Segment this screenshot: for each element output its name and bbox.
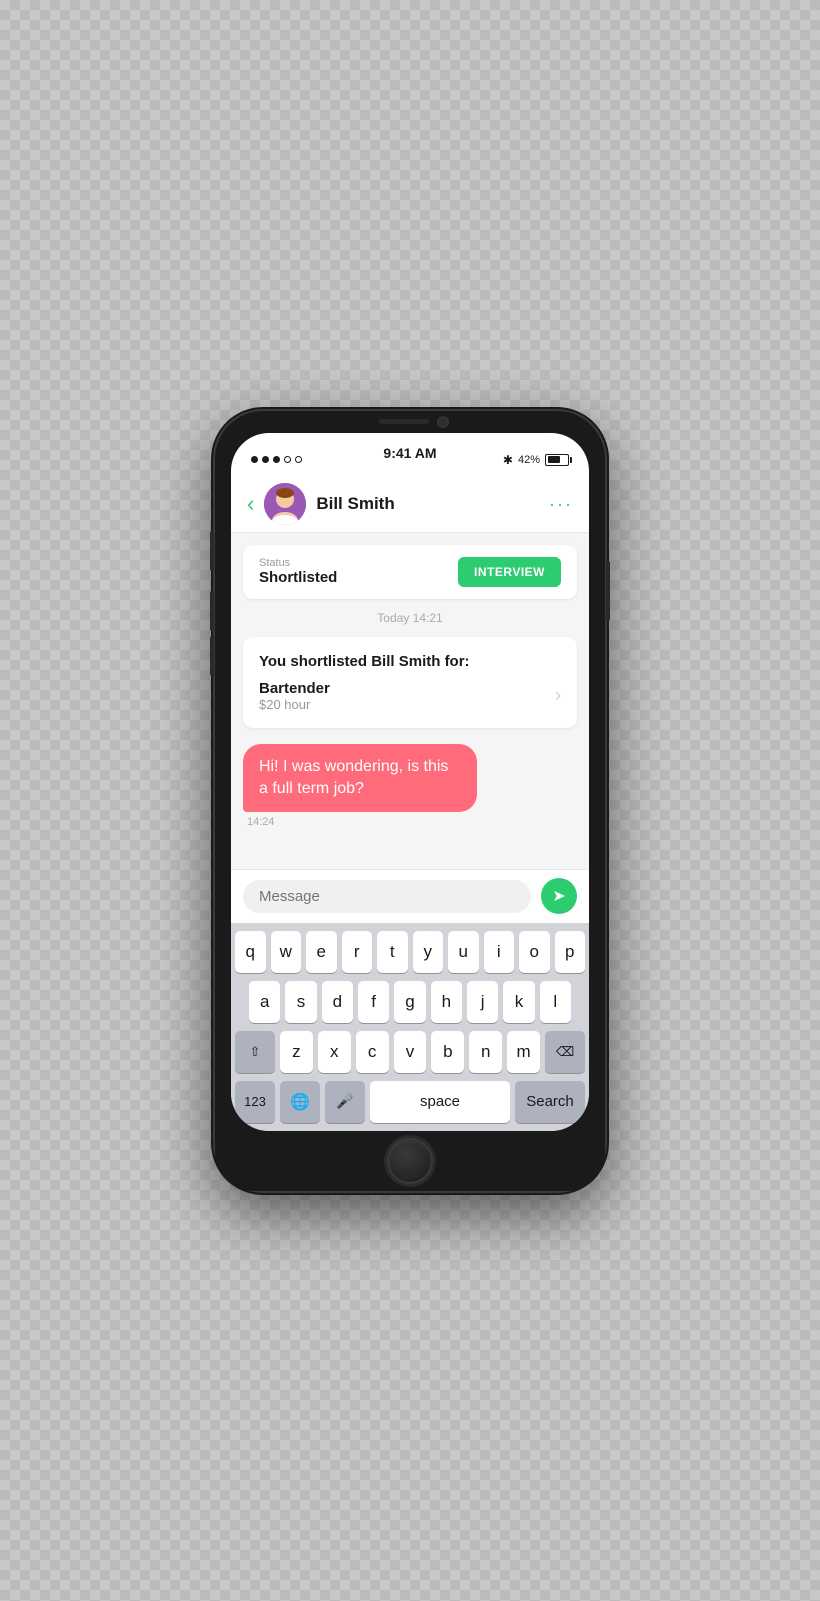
key-s[interactable]: s [285,981,316,1023]
mic-key[interactable]: 🎤 [325,1081,365,1123]
job-info: Bartender $20 hour [259,680,330,712]
key-c[interactable]: c [356,1031,389,1073]
bubble-time: 14:24 [247,816,275,828]
globe-key[interactable]: 🌐 [280,1081,320,1123]
backspace-key[interactable]: ⌫ [545,1031,585,1073]
status-label: Status [259,557,337,569]
key-v[interactable]: v [394,1031,427,1073]
status-bar: 9:41 AM ✱ 42% [231,433,589,477]
key-k[interactable]: k [503,981,534,1023]
signal-dot-5 [295,456,302,463]
shortlist-card: You shortlisted Bill Smith for: Bartende… [243,637,577,728]
key-l[interactable]: l [540,981,571,1023]
signal-dot-1 [251,456,258,463]
search-key[interactable]: Search [515,1081,585,1123]
nav-title: Bill Smith [316,494,549,514]
job-name: Bartender [259,680,330,697]
send-button[interactable]: ➤ [541,878,577,914]
timestamp: Today 14:21 [243,611,577,625]
signal-dot-4 [284,456,291,463]
home-button[interactable] [387,1138,433,1184]
bluetooth-icon: ✱ [503,453,513,467]
key-y[interactable]: y [413,931,444,973]
message-bubble: Hi! I was wondering, is this a full term… [243,744,477,813]
key-i[interactable]: i [484,931,515,973]
more-button[interactable]: ··· [549,494,573,515]
key-q[interactable]: q [235,931,266,973]
battery-icon [545,454,569,466]
key-n[interactable]: n [469,1031,502,1073]
message-bubble-wrapper: Hi! I was wondering, is this a full term… [243,744,577,829]
status-right: ✱ 42% [503,453,569,467]
key-e[interactable]: e [306,931,337,973]
job-rate: $20 hour [259,697,330,712]
key-x[interactable]: x [318,1031,351,1073]
key-o[interactable]: o [519,931,550,973]
keyboard-row-3: ⇧ z x c v b n m ⌫ [235,1031,585,1073]
key-t[interactable]: t [377,931,408,973]
numbers-key[interactable]: 123 [235,1081,275,1123]
signal-dots [251,456,302,463]
key-u[interactable]: u [448,931,479,973]
speaker [379,419,429,424]
chevron-right-icon[interactable]: › [555,685,561,706]
shift-key[interactable]: ⇧ [235,1031,275,1073]
signal-dot-2 [262,456,269,463]
space-key[interactable]: space [370,1081,510,1123]
status-card: Status Shortlisted INTERVIEW [243,545,577,599]
job-row[interactable]: Bartender $20 hour › [259,680,561,712]
key-h[interactable]: h [431,981,462,1023]
keyboard-row-1: q w e r t y u i o p [235,931,585,973]
key-m[interactable]: m [507,1031,540,1073]
key-b[interactable]: b [431,1031,464,1073]
battery-fill [548,456,560,463]
key-f[interactable]: f [358,981,389,1023]
phone-notch [330,411,490,433]
keyboard-row-2: a s d f g h j k l [235,981,585,1023]
key-j[interactable]: j [467,981,498,1023]
shortlist-title: You shortlisted Bill Smith for: [259,653,561,670]
chat-area: Status Shortlisted INTERVIEW Today 14:21… [231,533,589,869]
key-g[interactable]: g [394,981,425,1023]
status-time: 9:41 AM [383,445,436,461]
key-a[interactable]: a [249,981,280,1023]
key-p[interactable]: p [555,931,586,973]
battery-percent: 42% [518,454,540,466]
key-r[interactable]: r [342,931,373,973]
send-icon: ➤ [552,886,565,906]
nav-bar: ‹ Bill Smith ··· [231,477,589,533]
key-z[interactable]: z [280,1031,313,1073]
signal-dot-3 [273,456,280,463]
camera [437,416,449,428]
message-input-area: ➤ [231,869,589,923]
key-d[interactable]: d [322,981,353,1023]
message-input[interactable] [243,880,531,913]
back-button[interactable]: ‹ [247,491,254,517]
phone-bottom [215,1131,605,1191]
keyboard: q w e r t y u i o p a s d f g h j k [231,923,589,1131]
avatar [264,483,306,525]
status-value: Shortlisted [259,569,337,586]
status-info: Status Shortlisted [259,557,337,586]
key-w[interactable]: w [271,931,302,973]
keyboard-row-4: 123 🌐 🎤 space Search [235,1081,585,1123]
interview-button[interactable]: INTERVIEW [458,557,561,587]
